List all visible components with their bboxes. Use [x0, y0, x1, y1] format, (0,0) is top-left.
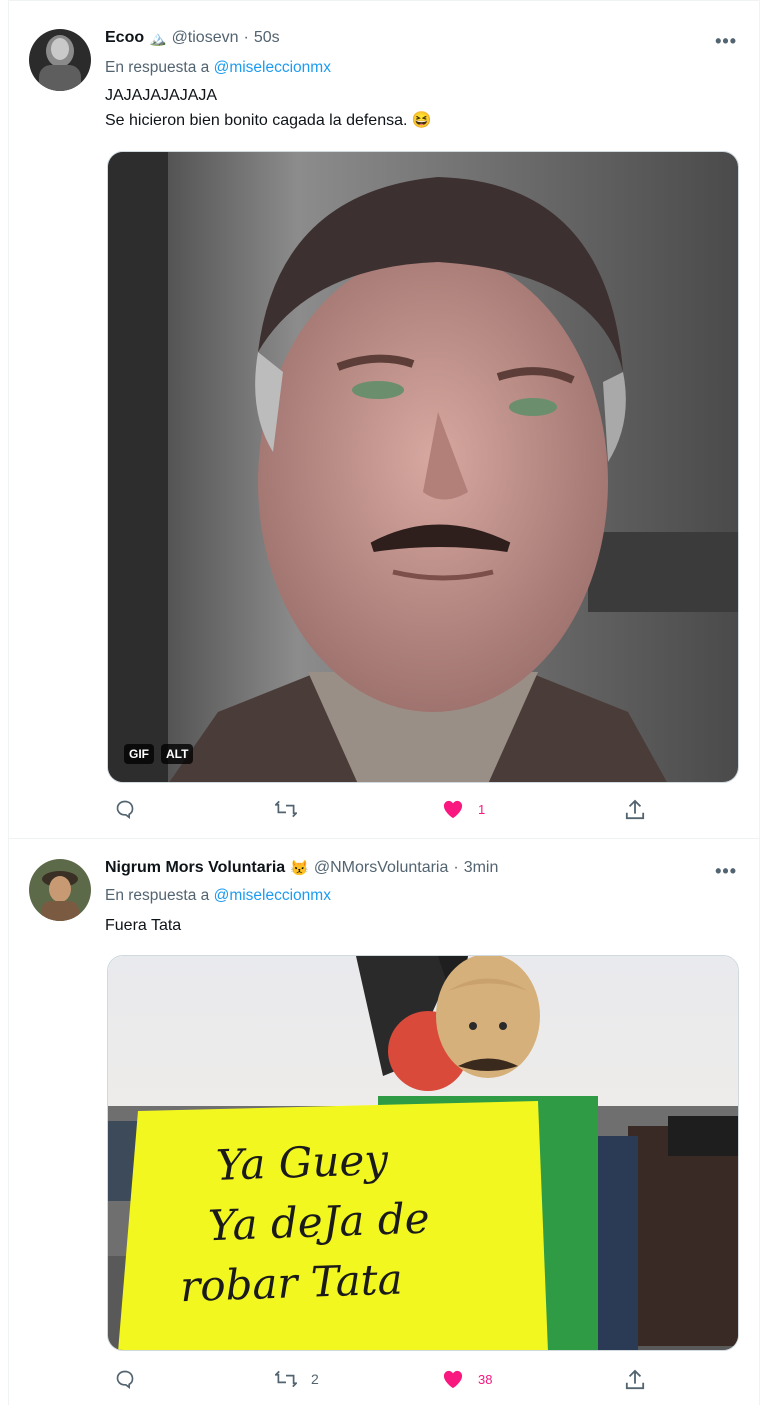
- retweet-icon: [275, 1369, 297, 1389]
- reply-mention-link[interactable]: @miseleccionmx: [214, 887, 331, 904]
- like-icon: [442, 1369, 464, 1389]
- more-icon[interactable]: •••: [715, 861, 737, 882]
- timestamp[interactable]: 50s: [254, 29, 280, 47]
- share-button[interactable]: [625, 1369, 645, 1391]
- reply-button[interactable]: [115, 799, 149, 819]
- name-emoji-icon: 😾: [290, 860, 309, 877]
- retweet-button[interactable]: 2: [275, 1369, 319, 1389]
- retweet-button[interactable]: [275, 799, 311, 819]
- timeline: Ecoo 🏔️ @tiosevn · 50s ••• En respuesta …: [8, 0, 760, 1405]
- like-count: 1: [478, 801, 486, 817]
- verified-emoji-icon: 🏔️: [149, 29, 167, 46]
- tweet-actions: 2 38: [105, 1369, 665, 1399]
- tweet-header: Nigrum Mors Voluntaria 😾 @NMorsVoluntari…: [105, 859, 498, 877]
- like-count: 38: [478, 1371, 493, 1387]
- more-icon[interactable]: •••: [715, 31, 737, 52]
- separator-dot: ·: [453, 859, 459, 876]
- reply-context: En respuesta a @miseleccionmx: [105, 59, 331, 77]
- tweet-header: Ecoo 🏔️ @tiosevn · 50s: [105, 29, 280, 47]
- photo-media[interactable]: Ya Guey Ya deJa de robar Tata: [107, 955, 739, 1351]
- user-handle[interactable]: @tiosevn: [172, 29, 239, 47]
- share-icon: [625, 799, 645, 821]
- separator-dot: ·: [243, 29, 249, 46]
- reply-icon: [115, 799, 135, 819]
- like-button[interactable]: 1: [442, 799, 485, 819]
- avatar[interactable]: [29, 29, 91, 91]
- display-name[interactable]: Nigrum Mors Voluntaria: [105, 859, 285, 877]
- display-name[interactable]: Ecoo: [105, 29, 144, 47]
- tweet-text: Fuera Tata: [105, 913, 181, 938]
- tweet-text-line: JAJAJAJAJAJA: [105, 87, 218, 104]
- alt-badge[interactable]: ALT: [161, 744, 194, 764]
- gif-badge: GIF: [124, 744, 154, 764]
- retweet-count: 2: [311, 1371, 319, 1387]
- reply-context: En respuesta a @miseleccionmx: [105, 887, 331, 905]
- reply-prefix: En respuesta a: [105, 887, 210, 904]
- gif-media[interactable]: GIF ALT: [107, 151, 739, 783]
- tweet-text: JAJAJAJAJAJA Se hicieron bien bonito cag…: [105, 83, 432, 133]
- like-icon: [442, 799, 464, 819]
- share-button[interactable]: [625, 799, 645, 821]
- tweet[interactable]: Nigrum Mors Voluntaria 😾 @NMorsVoluntari…: [9, 839, 759, 1406]
- reply-icon: [115, 1369, 135, 1389]
- reply-prefix: En respuesta a: [105, 59, 210, 76]
- reply-mention-link[interactable]: @miseleccionmx: [214, 59, 331, 76]
- retweet-icon: [275, 799, 297, 819]
- gif-image: [108, 152, 738, 782]
- tweet-text-line: Se hicieron bien bonito cagada la defens…: [105, 112, 432, 129]
- user-handle[interactable]: @NMorsVoluntaria: [314, 859, 449, 877]
- protest-sign-text: Ya Guey Ya deJa de robar Tata: [175, 1125, 541, 1317]
- like-button[interactable]: 38: [442, 1369, 492, 1389]
- tweet-actions: 1: [105, 799, 665, 829]
- tweet[interactable]: Ecoo 🏔️ @tiosevn · 50s ••• En respuesta …: [9, 13, 759, 839]
- reply-button[interactable]: [115, 1369, 149, 1389]
- sign-line: robar Tata: [179, 1254, 404, 1312]
- timestamp[interactable]: 3min: [464, 859, 499, 877]
- share-icon: [625, 1369, 645, 1391]
- tweet-text-line: Fuera Tata: [105, 917, 182, 934]
- avatar[interactable]: [29, 859, 91, 921]
